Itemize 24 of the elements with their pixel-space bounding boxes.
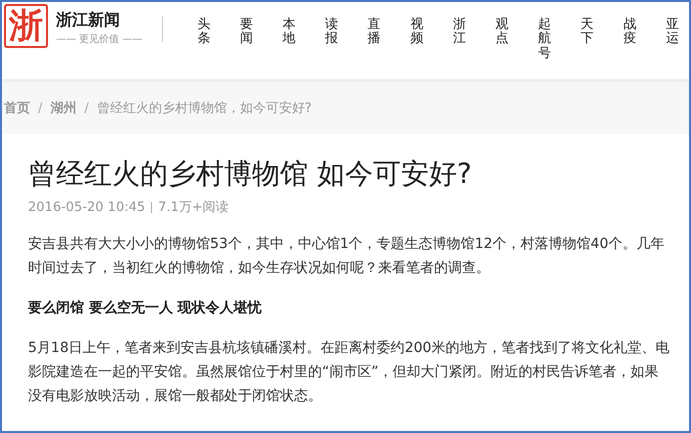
nav-link[interactable]: 观点: [496, 18, 509, 61]
nav-link[interactable]: 起航号: [538, 18, 552, 61]
nav-link[interactable]: 浙江: [452, 18, 466, 61]
publish-date: 2016-05-20 10:45: [28, 200, 146, 214]
breadcrumb-separator: /: [38, 100, 42, 116]
nav-link[interactable]: 头条: [197, 18, 210, 61]
nav-link[interactable]: 本地: [282, 18, 296, 61]
nav-link[interactable]: 直播: [368, 18, 381, 61]
breadcrumb-current: 曾经红火的乡村博物馆，如今可安好?: [96, 100, 312, 117]
article-paragraph: 安吉县共有大大小小的博物馆53个，其中，中心馆1个，专题生态博物馆12个，村落博物馆40个。几年时间过去了，当初红火的博物馆，如今生存状况如何呢？来看笔者的调查。: [28, 235, 666, 278]
article-paragraph: 5月18日上午，笔者来到安吉县杭垓镇磻溪村。在距离村委约200米的地方，笔者找到了将文化礼堂、电影院建造在一起的平安馆。虽然展馆位于村里的“闹市区”，但却大门紧闭。附近的村民告诉笔者，如果没有电影放映活动，展馆一般都处于闭馆状态。: [28, 339, 670, 406]
breadcrumb-separator: /: [84, 100, 89, 116]
section-heading: 要么闭馆 要么空无一人 现状令人堪忧: [28, 298, 263, 318]
nav-link[interactable]: 视频: [410, 18, 424, 61]
logo-mark[interactable]: 浙: [4, 4, 48, 48]
nav-link[interactable]: 战疫: [623, 18, 636, 61]
nav-link[interactable]: 天下: [580, 18, 594, 61]
nav-link[interactable]: 读报: [325, 18, 338, 61]
view-count: 7.1万+阅读: [158, 199, 229, 216]
site-name: 浙江新闻: [56, 10, 121, 30]
nav-link[interactable]: 亚运: [666, 18, 679, 61]
site-tagline: —— 更见价值 ——: [56, 34, 142, 46]
article-title: 曾经红火的乡村博物馆 如今可安好?: [28, 156, 473, 192]
nav-link[interactable]: 要闻: [240, 18, 253, 61]
